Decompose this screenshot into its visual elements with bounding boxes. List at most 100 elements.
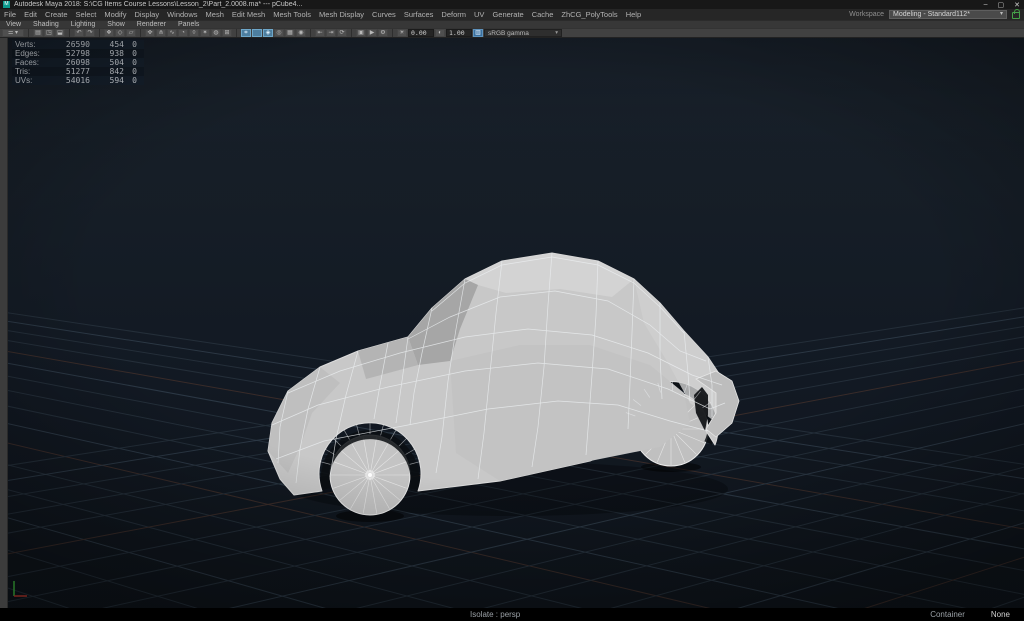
- mask-curves-icon[interactable]: ∿: [167, 29, 177, 37]
- hud-row-uvs-: UVs:540165940: [12, 76, 144, 85]
- maya-app-icon: M: [3, 1, 10, 8]
- menu-curves[interactable]: Curves: [368, 9, 400, 20]
- viewport[interactable]: Verts:265904540Edges:527989380Faces:2609…: [0, 38, 1024, 608]
- snap-to-grid-icon[interactable]: ⌗: [241, 29, 251, 37]
- ipr-render-icon[interactable]: ▶: [367, 29, 377, 37]
- toolbar-separator: [310, 29, 311, 37]
- title-bar: M Autodesk Maya 2018: S:\CG Items Course…: [0, 0, 1024, 9]
- menuset-selector[interactable]: ☰ ▾: [2, 29, 24, 37]
- main-menu-bar: FileEditCreateSelectModifyDisplayWindows…: [0, 9, 1024, 20]
- menu-windows[interactable]: Windows: [163, 9, 201, 20]
- workspace-value: Modeling - Standard112*: [893, 11, 970, 18]
- chevron-down-icon: ▾: [1000, 11, 1003, 18]
- toolbar-separator: [99, 29, 100, 37]
- toolbar-separator: [28, 29, 29, 37]
- maximize-button[interactable]: ▢: [998, 1, 1005, 9]
- hud-row-edges-: Edges:527989380: [12, 49, 144, 58]
- mask-deformers-icon[interactable]: ◊: [189, 29, 199, 37]
- view-transform-selector[interactable]: sRGB gamma ▾: [484, 29, 562, 37]
- toolbar-separator: [236, 29, 237, 37]
- gamma-icon[interactable]: ◐: [435, 29, 445, 37]
- menu-create[interactable]: Create: [41, 9, 72, 20]
- toolbar-separator: [140, 29, 141, 37]
- save-scene-icon[interactable]: ⬓: [55, 29, 65, 37]
- workspace-label: Workspace: [849, 11, 884, 18]
- window-controls: – ▢ ✕: [984, 0, 1020, 9]
- snap-to-view-plane-icon[interactable]: ▦: [285, 29, 295, 37]
- menu-modify[interactable]: Modify: [100, 9, 130, 20]
- output-connections-icon[interactable]: ⇥: [326, 29, 336, 37]
- toolbar-separator: [69, 29, 70, 37]
- open-scene-icon[interactable]: ◳: [44, 29, 54, 37]
- view-transform-value: sRGB gamma: [488, 30, 529, 37]
- construction-history-icon[interactable]: ⟳: [337, 29, 347, 37]
- panel-menu-show[interactable]: Show: [101, 21, 131, 28]
- mask-dynamics-icon[interactable]: ✶: [200, 29, 210, 37]
- panel-menu-shading[interactable]: Shading: [27, 21, 65, 28]
- collapsed-side-panel[interactable]: [0, 38, 8, 608]
- select-by-hierarchy-icon[interactable]: ❖: [104, 29, 114, 37]
- heads-up-display-poly-count: Verts:265904540Edges:527989380Faces:2609…: [12, 40, 144, 85]
- menu-generate[interactable]: Generate: [488, 9, 527, 20]
- bottom-bar: Isolate : persp Container None: [0, 608, 1024, 621]
- menu-cache[interactable]: Cache: [528, 9, 558, 20]
- snap-to-curve-icon[interactable]: ⌒: [252, 29, 262, 37]
- gamma-field[interactable]: 1.00: [446, 29, 472, 37]
- container-value[interactable]: None: [991, 610, 1010, 619]
- camera-label: Isolate : persp: [470, 610, 520, 619]
- mask-surfaces-icon[interactable]: ◔: [178, 29, 188, 37]
- container-label: Container: [930, 610, 965, 619]
- mask-misc-icon[interactable]: ⊞: [222, 29, 232, 37]
- mask-joints-icon[interactable]: ⋔: [156, 29, 166, 37]
- view-transform-icon[interactable]: ▥: [473, 29, 483, 37]
- panel-menu-renderer[interactable]: Renderer: [131, 21, 172, 28]
- chevron-down-icon: ▾: [555, 30, 558, 37]
- render-frame-icon[interactable]: ▣: [356, 29, 366, 37]
- close-button[interactable]: ✕: [1014, 1, 1020, 9]
- panel-menu-lighting[interactable]: Lighting: [65, 21, 102, 28]
- undo-icon[interactable]: ↶: [74, 29, 84, 37]
- menu-deform[interactable]: Deform: [437, 9, 470, 20]
- select-by-component-icon[interactable]: ▱: [126, 29, 136, 37]
- exposure-field[interactable]: 0.00: [408, 29, 434, 37]
- menu-zhcg-polytools[interactable]: ZhCG_PolyTools: [557, 9, 621, 20]
- snap-to-projected-center-icon[interactable]: ◎: [274, 29, 284, 37]
- axis-gizmo: [8, 576, 38, 600]
- menu-edit-mesh[interactable]: Edit Mesh: [228, 9, 269, 20]
- panel-menu-bar: ViewShadingLightingShowRendererPanels: [0, 20, 1024, 28]
- menu-mesh-tools[interactable]: Mesh Tools: [269, 9, 315, 20]
- hud-row-tris-: Tris:512778420: [12, 67, 144, 76]
- hud-row-verts-: Verts:265904540: [12, 40, 144, 49]
- car-model[interactable]: [260, 233, 740, 533]
- exposure-icon[interactable]: ☀: [397, 29, 407, 37]
- toolbar-separator: [351, 29, 352, 37]
- menu-mesh-display[interactable]: Mesh Display: [315, 9, 368, 20]
- new-scene-icon[interactable]: ▤: [33, 29, 43, 37]
- workspace-lock-icon[interactable]: [1012, 12, 1020, 19]
- menu-select[interactable]: Select: [72, 9, 101, 20]
- menu-help[interactable]: Help: [622, 9, 645, 20]
- mask-handles-icon[interactable]: ✜: [145, 29, 155, 37]
- status-line-toolbar: ☰ ▾ ▤◳⬓ ↶↷ ❖◇▱ ✜⋔∿◔◊✶◍⊞ ⌗⌒◈◎▦◉ ⇤⇥⟳ ▣▶⚙ ☀0.00◐1.0…: [0, 28, 1024, 38]
- panel-menu-view[interactable]: View: [0, 21, 27, 28]
- select-by-object-icon[interactable]: ◇: [115, 29, 125, 37]
- mask-rendering-icon[interactable]: ◍: [211, 29, 221, 37]
- menu-mesh[interactable]: Mesh: [202, 9, 228, 20]
- menu-file[interactable]: File: [0, 9, 20, 20]
- menu-edit[interactable]: Edit: [20, 9, 41, 20]
- workspace-selector[interactable]: Modeling - Standard112* ▾: [889, 10, 1007, 19]
- minimize-button[interactable]: –: [984, 1, 988, 8]
- input-connections-icon[interactable]: ⇤: [315, 29, 325, 37]
- redo-icon[interactable]: ↷: [85, 29, 95, 37]
- toolbar-separator: [392, 29, 393, 37]
- make-live-icon[interactable]: ◉: [296, 29, 306, 37]
- menu-uv[interactable]: UV: [470, 9, 488, 20]
- hud-row-faces-: Faces:260985040: [12, 58, 144, 67]
- render-settings-icon[interactable]: ⚙: [378, 29, 388, 37]
- maya-window: M Autodesk Maya 2018: S:\CG Items Course…: [0, 0, 1024, 621]
- panel-menu-panels[interactable]: Panels: [172, 21, 205, 28]
- menu-surfaces[interactable]: Surfaces: [400, 9, 438, 20]
- snap-to-point-icon[interactable]: ◈: [263, 29, 273, 37]
- window-title: Autodesk Maya 2018: S:\CG Items Course L…: [14, 1, 302, 8]
- menu-display[interactable]: Display: [131, 9, 164, 20]
